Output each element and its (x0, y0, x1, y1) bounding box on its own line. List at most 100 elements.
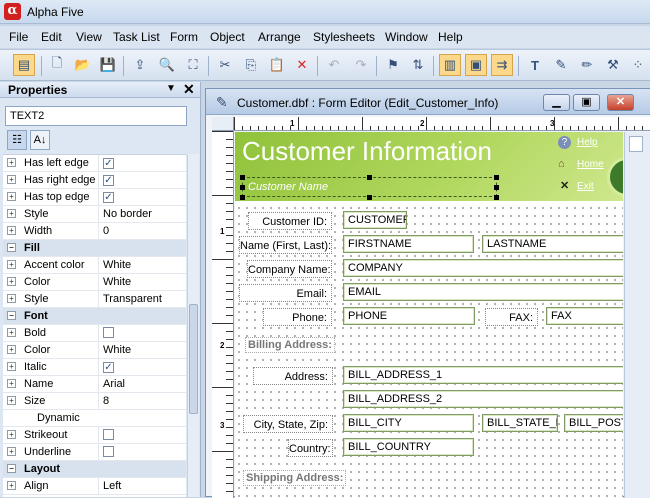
property-value[interactable] (98, 325, 186, 341)
city-state-zip-label[interactable]: City, State, Zip: (243, 415, 333, 433)
paste-icon[interactable]: 📋 (266, 54, 288, 76)
selection-handle[interactable] (494, 195, 499, 200)
property-value[interactable]: Arial (98, 376, 186, 392)
property-value[interactable]: 0 (98, 223, 186, 239)
collapse-icon[interactable]: − (7, 243, 16, 252)
collapse-icon[interactable]: − (7, 464, 16, 473)
selection-handle[interactable] (494, 175, 499, 180)
menu-view[interactable]: View (76, 30, 102, 44)
form-canvas[interactable]: Customer Information Customer Name ? Hel… (235, 132, 623, 498)
property-category[interactable]: − Layout (3, 461, 186, 478)
text-icon[interactable]: T (524, 54, 546, 76)
fax-field[interactable]: FAX (546, 307, 623, 325)
pencil-icon[interactable]: ✏ (576, 54, 598, 76)
property-row[interactable]: + Strikeout (3, 427, 186, 444)
property-row[interactable]: + Bold (3, 325, 186, 342)
property-row[interactable]: + Style No border (3, 206, 186, 223)
expand-icon[interactable]: + (7, 192, 16, 201)
help-icon[interactable]: ? (558, 136, 571, 149)
checkbox[interactable]: ✓ (103, 158, 114, 169)
save-icon[interactable]: 💾 (97, 54, 119, 76)
menu-stylesheets[interactable]: Stylesheets (313, 30, 375, 44)
expand-icon[interactable]: + (7, 379, 16, 388)
property-scrollbar[interactable] (187, 154, 199, 497)
selection-handle[interactable] (240, 195, 245, 200)
expand-icon[interactable]: + (7, 294, 16, 303)
property-row[interactable]: + Color White (3, 342, 186, 359)
form-header-title[interactable]: Customer Information (242, 136, 492, 167)
delete-icon[interactable]: ✕ (291, 54, 313, 76)
close-icon[interactable]: ✕ (183, 81, 195, 98)
menu-help[interactable]: Help (438, 30, 463, 44)
bill-country-field[interactable]: BILL_COUNTRY (343, 438, 474, 456)
redo-icon[interactable]: ↷ (350, 54, 372, 76)
property-row[interactable]: + Italic ✓ (3, 359, 186, 376)
property-row[interactable]: + Has right edge ✓ (3, 172, 186, 189)
property-value[interactable] (98, 427, 186, 443)
open-icon[interactable]: 📂 (72, 54, 94, 76)
minimize-button[interactable]: ▁ (543, 94, 570, 111)
property-row[interactable]: + Size 8 (3, 393, 186, 410)
property-value[interactable]: White (98, 257, 186, 273)
property-row[interactable]: + Accent color White (3, 257, 186, 274)
object-selector[interactable]: TEXT2 (5, 106, 187, 126)
name-label[interactable]: Name (First, Last): (239, 236, 332, 254)
checkbox[interactable]: ✓ (103, 175, 114, 186)
selection-handle[interactable] (367, 195, 372, 200)
property-row[interactable]: + Underline (3, 444, 186, 461)
billing-address-heading[interactable]: Billing Address: (245, 337, 335, 353)
checkbox[interactable]: ✓ (103, 362, 114, 373)
expand-icon[interactable]: + (7, 447, 16, 456)
help-link[interactable]: Help (577, 137, 598, 148)
chevron-down-icon[interactable]: ▼ (166, 83, 176, 94)
property-row[interactable]: Dynamic (3, 410, 186, 427)
bill-address-1-field[interactable]: BILL_ADDRESS_1 (343, 366, 623, 384)
layout-icon[interactable]: ▥ (439, 54, 461, 76)
expand-icon[interactable]: + (7, 175, 16, 184)
checkbox[interactable] (103, 446, 114, 457)
property-value[interactable]: Left (98, 478, 186, 494)
customer-name-text[interactable]: Customer Name (242, 177, 497, 197)
menu-window[interactable]: Window (385, 30, 428, 44)
edit-icon[interactable]: ✎ (550, 54, 572, 76)
collapse-icon[interactable]: − (7, 311, 16, 320)
first-name-field[interactable]: FIRSTNAME (343, 235, 474, 253)
home-icon[interactable]: ⌂ (558, 158, 565, 170)
undo-icon[interactable]: ↶ (323, 54, 345, 76)
checkbox[interactable] (103, 327, 114, 338)
menu-task-list[interactable]: Task List (113, 30, 160, 44)
scroll-thumb[interactable] (629, 136, 643, 152)
properties-icon[interactable]: ▤ (13, 54, 35, 76)
property-row[interactable]: + Name Arial (3, 376, 186, 393)
property-value[interactable]: ✓ (98, 172, 186, 188)
magic-icon[interactable]: ⚒ (602, 54, 624, 76)
property-row[interactable]: + Align Left (3, 478, 186, 495)
phone-field[interactable]: PHONE (343, 307, 475, 325)
expand-icon[interactable]: + (7, 481, 16, 490)
email-label[interactable]: Email: (239, 284, 332, 302)
new-icon[interactable]: 🗋 (46, 54, 68, 76)
copy-icon[interactable]: ⎘ (240, 54, 262, 76)
company-field[interactable]: COMPANY (343, 259, 623, 277)
exit-icon[interactable]: ✕ (560, 179, 569, 192)
expand-icon[interactable]: + (7, 277, 16, 286)
export-icon[interactable]: ⇪ (129, 54, 151, 76)
grid-icon[interactable]: ⁘ (627, 54, 649, 76)
property-row[interactable]: + Has left edge ✓ (3, 155, 186, 172)
phone-label[interactable]: Phone: (263, 308, 332, 326)
exit-link[interactable]: Exit (577, 181, 594, 192)
menu-file[interactable]: File (9, 30, 28, 44)
property-row[interactable]: + Width 0 (3, 223, 186, 240)
customer-id-field[interactable]: CUSTOMER_ (343, 211, 407, 229)
property-value[interactable]: ✓ (98, 189, 186, 205)
home-link[interactable]: Home (577, 159, 604, 170)
checkbox[interactable]: ✓ (103, 192, 114, 203)
property-value[interactable]: ✓ (98, 359, 186, 375)
checkbox[interactable] (103, 429, 114, 440)
bill-postal-field[interactable]: BILL_POSTA (564, 414, 623, 432)
property-value[interactable]: White (98, 274, 186, 290)
property-value[interactable]: 8 (98, 393, 186, 409)
expand-icon[interactable]: + (7, 209, 16, 218)
page-icon[interactable]: ▣ (465, 54, 487, 76)
alphabetical-icon[interactable]: A↓ (30, 130, 50, 150)
